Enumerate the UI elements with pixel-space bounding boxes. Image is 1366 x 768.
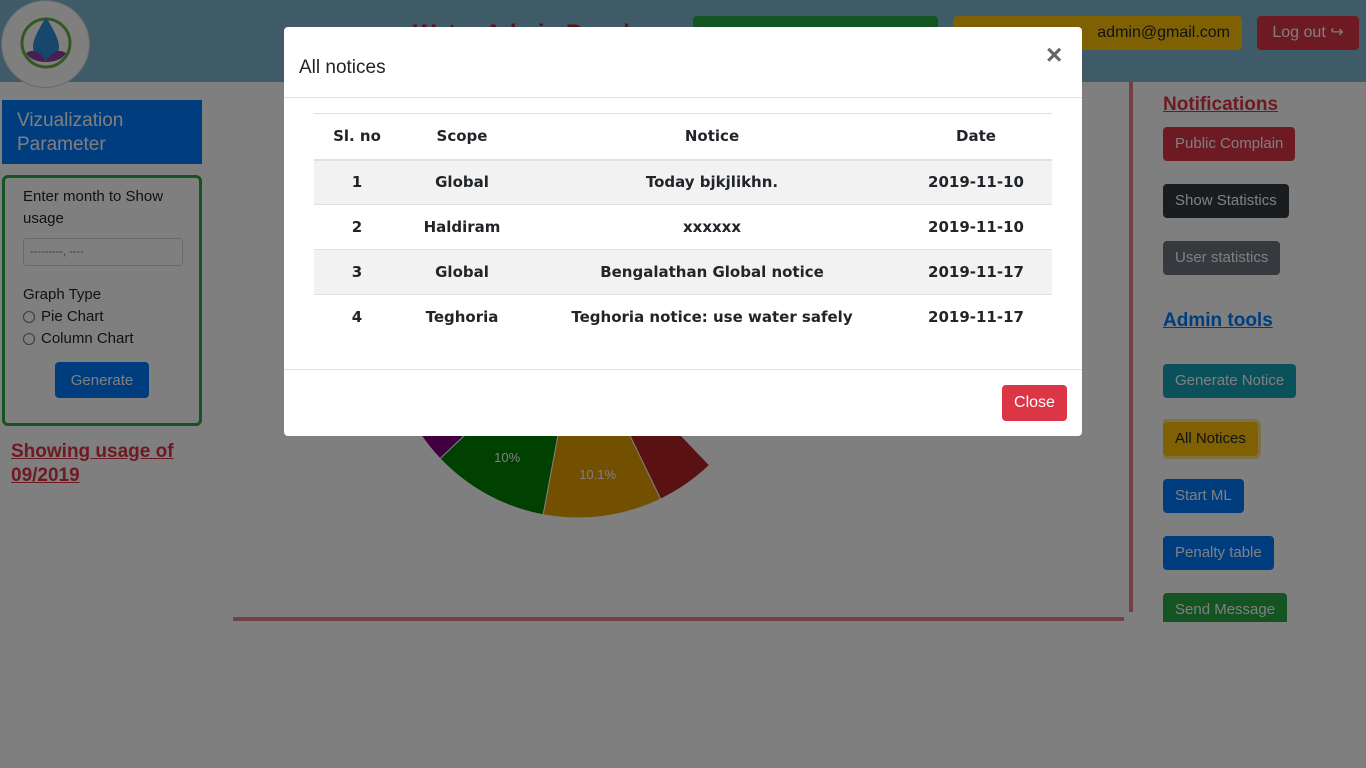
column-header-date: Date xyxy=(900,113,1052,161)
cell-scope: Global xyxy=(400,249,524,295)
all-notices-modal: All notices × Sl. no Scope Notice Date 1… xyxy=(284,27,1082,436)
column-header-notice: Notice xyxy=(524,113,900,161)
table-row: 4 Teghoria Teghoria notice: use water sa… xyxy=(314,294,1052,340)
cell-date: 2019-11-17 xyxy=(900,249,1052,295)
table-header-row: Sl. no Scope Notice Date xyxy=(314,113,1052,161)
modal-header: All notices × xyxy=(284,27,1082,98)
cell-sl-no: 3 xyxy=(314,249,400,295)
cell-notice: Bengalathan Global notice xyxy=(524,249,900,295)
cell-notice: Teghoria notice: use water safely xyxy=(524,294,900,340)
cell-sl-no: 4 xyxy=(314,294,400,340)
table-row: 1 Global Today bjkjlikhn. 2019-11-10 xyxy=(314,159,1052,205)
cell-scope: Haldiram xyxy=(400,204,524,250)
cell-date: 2019-11-17 xyxy=(900,294,1052,340)
cell-notice: Today bjkjlikhn. xyxy=(524,159,900,205)
close-button[interactable]: Close xyxy=(1002,385,1067,421)
table-row: 2 Haldiram xxxxxx 2019-11-10 xyxy=(314,204,1052,250)
modal-footer: Close xyxy=(284,369,1082,436)
cell-date: 2019-11-10 xyxy=(900,204,1052,250)
modal-title: All notices xyxy=(299,57,386,78)
column-header-sl-no: Sl. no xyxy=(314,113,400,161)
notices-table: Sl. no Scope Notice Date 1 Global Today … xyxy=(314,113,1052,340)
close-icon[interactable]: × xyxy=(1046,41,1062,69)
cell-sl-no: 2 xyxy=(314,204,400,250)
cell-sl-no: 1 xyxy=(314,159,400,205)
cell-scope: Teghoria xyxy=(400,294,524,340)
column-header-scope: Scope xyxy=(400,113,524,161)
cell-notice: xxxxxx xyxy=(524,204,900,250)
cell-scope: Global xyxy=(400,159,524,205)
cell-date: 2019-11-10 xyxy=(900,159,1052,205)
table-row: 3 Global Bengalathan Global notice 2019-… xyxy=(314,249,1052,295)
